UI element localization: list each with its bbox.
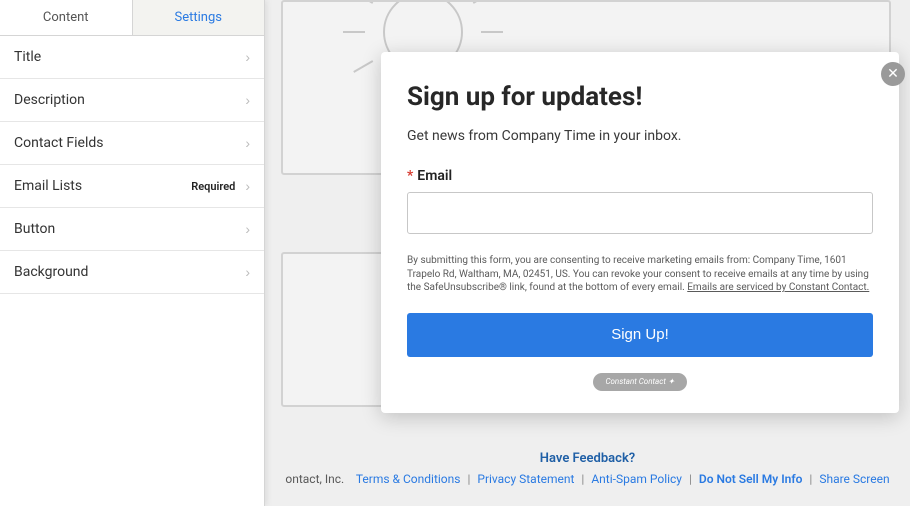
editor-sidebar: Content Settings Title › Description › C…	[0, 0, 265, 506]
signup-modal: ✕ Sign up for updates! Get news from Com…	[381, 52, 899, 413]
menu-label: Contact Fields	[14, 135, 104, 151]
close-icon: ✕	[887, 67, 899, 81]
antispam-link[interactable]: Anti-Spam Policy	[591, 472, 682, 486]
tab-content[interactable]: Content	[0, 0, 133, 35]
terms-link[interactable]: Terms & Conditions	[356, 472, 461, 486]
email-label: *Email	[407, 168, 873, 184]
required-badge: Required	[191, 180, 235, 193]
chevron-right-icon: ›	[245, 49, 250, 65]
chevron-right-icon: ›	[245, 221, 250, 237]
modal-subtitle: Get news from Company Time in your inbox…	[407, 128, 873, 144]
menu-label: Email Lists	[14, 178, 82, 194]
menu-description[interactable]: Description ›	[0, 79, 264, 122]
menu-title[interactable]: Title ›	[0, 36, 264, 79]
privacy-link[interactable]: Privacy Statement	[477, 472, 574, 486]
chevron-right-icon: ›	[245, 92, 250, 108]
sidebar-tabs: Content Settings	[0, 0, 264, 36]
share-screen-link[interactable]: Share Screen	[819, 472, 889, 486]
constant-contact-badge[interactable]: Constant Contact ✦	[593, 373, 687, 391]
chevron-right-icon: ›	[245, 264, 250, 280]
disclaimer-link[interactable]: Emails are serviced by Constant Contact.	[687, 282, 869, 293]
modal-title: Sign up for updates!	[407, 82, 873, 112]
menu-label: Description	[14, 92, 85, 108]
tab-settings[interactable]: Settings	[133, 0, 265, 35]
chevron-right-icon: ›	[245, 178, 250, 194]
menu-label: Background	[14, 264, 88, 280]
menu-label: Button	[14, 221, 55, 237]
menu-label: Title	[14, 49, 41, 65]
menu-background[interactable]: Background ›	[0, 251, 264, 294]
page-footer: Have Feedback? ontact, Inc. Terms & Cond…	[265, 451, 910, 486]
copyright-text: ontact, Inc.	[285, 472, 344, 486]
donotsell-link[interactable]: Do Not Sell My Info	[699, 472, 803, 486]
disclaimer-text: By submitting this form, you are consent…	[407, 254, 873, 295]
email-input[interactable]	[407, 192, 873, 234]
close-button[interactable]: ✕	[881, 62, 905, 86]
feedback-link[interactable]: Have Feedback?	[265, 451, 910, 466]
menu-button[interactable]: Button ›	[0, 208, 264, 251]
chevron-right-icon: ›	[245, 135, 250, 151]
menu-email-lists[interactable]: Email Lists Required ›	[0, 165, 264, 208]
menu-contact-fields[interactable]: Contact Fields ›	[0, 122, 264, 165]
signup-button[interactable]: Sign Up!	[407, 313, 873, 357]
required-star-icon: *	[407, 168, 413, 184]
